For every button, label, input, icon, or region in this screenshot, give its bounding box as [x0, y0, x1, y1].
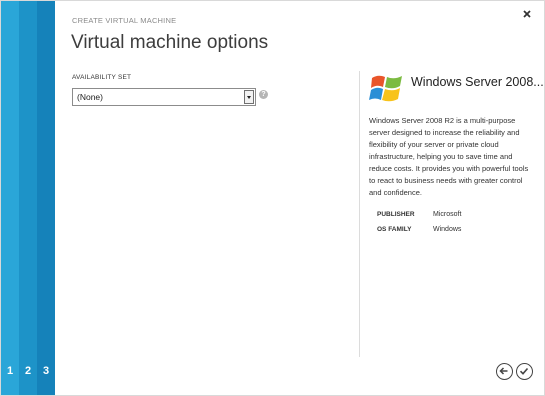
- step-number: 2: [24, 365, 32, 377]
- detail-key: OS FAMILY: [377, 226, 412, 233]
- detail-row-os-family: OS FAMILY Windows: [377, 222, 461, 237]
- back-arrow-icon: [499, 367, 508, 375]
- detail-row-publisher: PUBLISHER Microsoft: [377, 207, 461, 222]
- image-details: PUBLISHER Microsoft OS FAMILY Windows: [377, 207, 461, 237]
- create-vm-dialog: 1 2 3 CREATE VIRTUAL MACHINE Virtual mac…: [0, 0, 545, 396]
- panel-divider: [359, 71, 360, 357]
- availability-set-select[interactable]: (None): [72, 88, 256, 106]
- wizard-subtitle: CREATE VIRTUAL MACHINE: [72, 16, 177, 25]
- detail-value: Windows: [433, 226, 462, 233]
- page-title: Virtual machine options: [71, 32, 269, 53]
- back-button[interactable]: [496, 363, 513, 380]
- windows-logo-icon: [369, 72, 405, 106]
- image-description: Windows Server 2008 R2 is a multi-purpos…: [369, 116, 529, 197]
- help-icon[interactable]: ?: [259, 90, 268, 99]
- step-number: 3: [42, 365, 50, 377]
- chevron-down-icon[interactable]: [244, 90, 254, 104]
- checkmark-icon: [519, 367, 529, 375]
- wizard-step-2[interactable]: 2: [19, 1, 37, 395]
- close-button[interactable]: [521, 7, 533, 19]
- wizard-step-3[interactable]: 3: [37, 1, 55, 395]
- complete-button[interactable]: [516, 363, 533, 380]
- step-number: 1: [6, 365, 14, 377]
- image-title: Windows Server 2008...: [411, 75, 544, 89]
- availability-set-label: AVAILABILITY SET: [72, 74, 132, 81]
- detail-key: PUBLISHER: [377, 211, 415, 218]
- detail-value: Microsoft: [433, 211, 462, 218]
- wizard-step-rail: 1 2 3: [1, 1, 55, 395]
- wizard-step-1[interactable]: 1: [1, 1, 19, 395]
- availability-set-value: (None): [77, 92, 103, 102]
- close-icon: [523, 10, 531, 18]
